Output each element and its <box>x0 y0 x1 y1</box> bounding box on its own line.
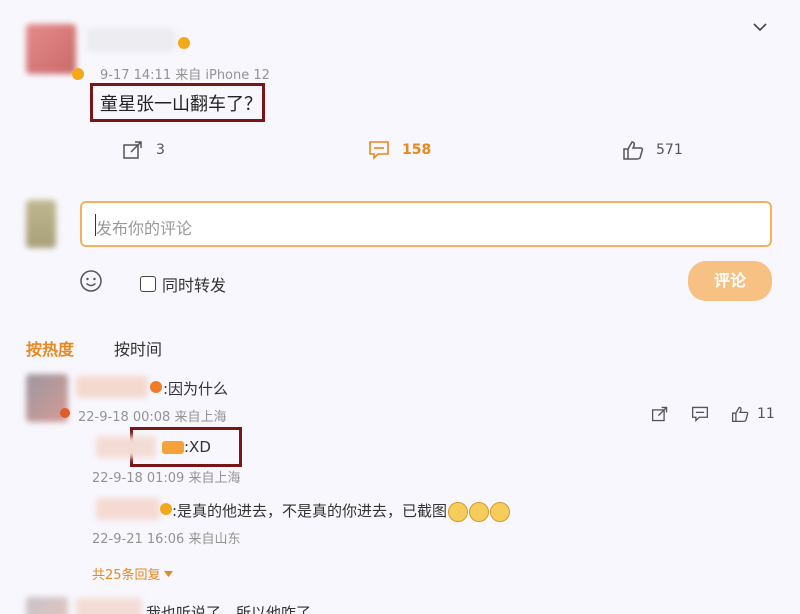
comment-text: :因为什么 <box>163 380 229 398</box>
more-replies-label: 共25条回复 <box>92 568 161 583</box>
post-meta: 9-17 14:11 来自 iPhone 12 <box>100 68 270 83</box>
level-badge-icon <box>72 68 84 80</box>
repost-count: 3 <box>156 142 165 158</box>
comment-reply-icon[interactable] <box>691 405 709 427</box>
checkbox-box <box>140 276 156 292</box>
reply-username[interactable] <box>96 498 160 520</box>
comment-button[interactable]: 158 <box>368 140 431 160</box>
vip-badge-icon <box>60 408 70 418</box>
text-cursor <box>95 214 96 236</box>
level-badge-icon <box>150 381 162 393</box>
dog-emoji-icon <box>469 501 490 522</box>
repost-icon <box>122 140 144 160</box>
comment-input-placeholder: 发布你的评论 <box>96 219 193 238</box>
repost-checkbox[interactable]: 同时转发 <box>140 272 226 296</box>
comment-like-count: 11 <box>757 406 775 422</box>
dog-emoji-icon <box>490 501 511 522</box>
more-replies-link[interactable]: 共25条回复 <box>92 564 173 583</box>
level-badge-icon <box>160 503 172 515</box>
submit-comment-button[interactable]: 评论 <box>688 261 772 301</box>
caret-down-icon <box>163 566 173 581</box>
comment-text: 我也听说了，所以他咋了 <box>146 604 312 614</box>
chevron-down-icon[interactable] <box>752 18 768 37</box>
verified-badge-icon <box>178 37 190 49</box>
thumbs-up-icon <box>731 405 749 423</box>
tab-sort-time[interactable]: 按时间 <box>114 336 162 360</box>
tab-sort-hot[interactable]: 按热度 <box>26 336 74 360</box>
username[interactable] <box>86 28 176 52</box>
reply-text: :XD <box>184 438 211 456</box>
fan-badge-icon <box>162 441 184 454</box>
comment-repost-icon[interactable] <box>651 405 669 427</box>
like-count: 571 <box>656 142 683 158</box>
dog-emoji-icon <box>448 501 469 522</box>
emoji-picker-icon[interactable] <box>79 269 103 297</box>
reply-text: :是真的他进去，不是真的你进去，已截图 <box>172 500 511 522</box>
repost-checkbox-label: 同时转发 <box>162 276 227 295</box>
comment-username[interactable] <box>76 376 148 398</box>
reply-text-content: :是真的他进去，不是真的你进去，已截图 <box>172 502 448 520</box>
thumbs-up-icon <box>622 140 644 160</box>
comment-like-button[interactable]: 11 <box>731 405 775 423</box>
comment-icon <box>368 140 390 160</box>
like-button[interactable]: 571 <box>622 140 683 160</box>
comment-username[interactable] <box>76 598 142 614</box>
avatar[interactable] <box>26 24 76 74</box>
repost-button[interactable]: 3 <box>122 140 165 160</box>
reply-username[interactable] <box>96 436 156 458</box>
comment-meta: 22-9-18 00:08 来自上海 <box>78 410 227 425</box>
post-text: 童星张一山翻车了？ <box>100 94 262 115</box>
comment-avatar[interactable] <box>26 597 68 614</box>
my-avatar[interactable] <box>26 200 56 248</box>
comment-input[interactable]: 发布你的评论 <box>80 201 772 247</box>
reply-meta: 22-9-21 16:06 来自山东 <box>92 532 241 547</box>
reply-meta: 22-9-18 01:09 来自上海 <box>92 471 241 486</box>
comment-count: 158 <box>402 142 432 158</box>
